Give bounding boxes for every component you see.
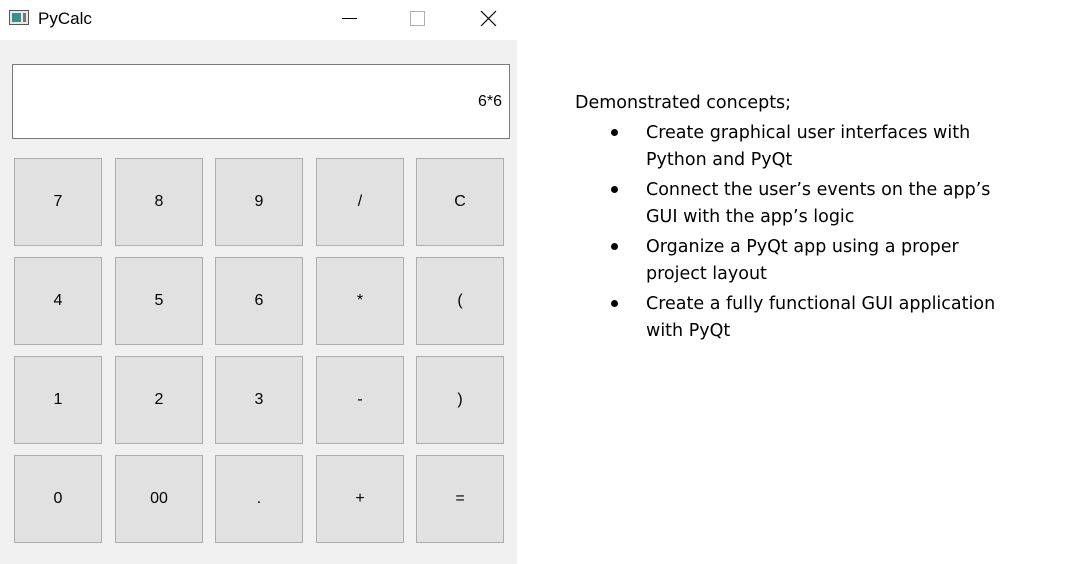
close-paren-button[interactable]: ) bbox=[416, 356, 504, 444]
open-paren-button[interactable]: ( bbox=[416, 257, 504, 345]
list-item: Create a fully functional GUI applicatio… bbox=[575, 291, 1006, 345]
bullet-icon bbox=[611, 300, 618, 307]
close-icon bbox=[480, 10, 497, 27]
list-item-text: Organize a PyQt app using a proper proje… bbox=[646, 237, 959, 284]
list-item-text: Connect the user’s events on the app’s G… bbox=[646, 180, 991, 227]
minimize-icon bbox=[342, 18, 357, 19]
list-item: Create graphical user interfaces with Py… bbox=[575, 120, 1006, 174]
list-item: Organize a PyQt app using a proper proje… bbox=[575, 234, 1006, 288]
close-button[interactable] bbox=[465, 0, 511, 38]
equals-button[interactable]: = bbox=[416, 455, 504, 543]
key-9-button[interactable]: 9 bbox=[215, 158, 303, 246]
notes-heading: Demonstrated concepts; bbox=[575, 93, 792, 113]
window-title: PyCalc bbox=[38, 9, 92, 28]
bullet-icon bbox=[611, 186, 618, 193]
clear-button[interactable]: C bbox=[416, 158, 504, 246]
calculator-app-icon bbox=[9, 10, 29, 25]
key-7-button[interactable]: 7 bbox=[14, 158, 102, 246]
maximize-button[interactable] bbox=[395, 0, 441, 38]
list-item: Connect the user’s events on the app’s G… bbox=[575, 177, 1006, 231]
key-2-button[interactable]: 2 bbox=[115, 356, 203, 444]
key-8-button[interactable]: 8 bbox=[115, 158, 203, 246]
calculator-display[interactable]: 6*6 bbox=[12, 64, 510, 139]
minimize-button[interactable] bbox=[326, 0, 372, 38]
bullet-icon bbox=[611, 129, 618, 136]
key-6-button[interactable]: 6 bbox=[215, 257, 303, 345]
divide-button[interactable]: / bbox=[316, 158, 404, 246]
key-5-button[interactable]: 5 bbox=[115, 257, 203, 345]
key-1-button[interactable]: 1 bbox=[14, 356, 102, 444]
subtract-button[interactable]: - bbox=[316, 356, 404, 444]
display-value: 6*6 bbox=[477, 93, 502, 110]
key-00-button[interactable]: 00 bbox=[115, 455, 203, 543]
add-button[interactable]: + bbox=[316, 455, 404, 543]
maximize-icon bbox=[410, 11, 425, 26]
bullet-icon bbox=[611, 243, 618, 250]
decimal-button[interactable]: . bbox=[215, 455, 303, 543]
pycalc-window: PyCalc 6*6 7 8 9 / C 4 5 6 * ( 1 2 3 -)… bbox=[0, 0, 517, 564]
key-0-button[interactable]: 0 bbox=[14, 455, 102, 543]
key-3-button[interactable]: 3 bbox=[215, 356, 303, 444]
multiply-button[interactable]: * bbox=[316, 257, 404, 345]
key-4-button[interactable]: 4 bbox=[14, 257, 102, 345]
title-bar[interactable]: PyCalc bbox=[0, 0, 517, 40]
list-item-text: Create a fully functional GUI applicatio… bbox=[646, 294, 996, 341]
concepts-list: Create graphical user interfaces with Py… bbox=[575, 120, 1006, 348]
list-item-text: Create graphical user interfaces with Py… bbox=[646, 123, 971, 170]
